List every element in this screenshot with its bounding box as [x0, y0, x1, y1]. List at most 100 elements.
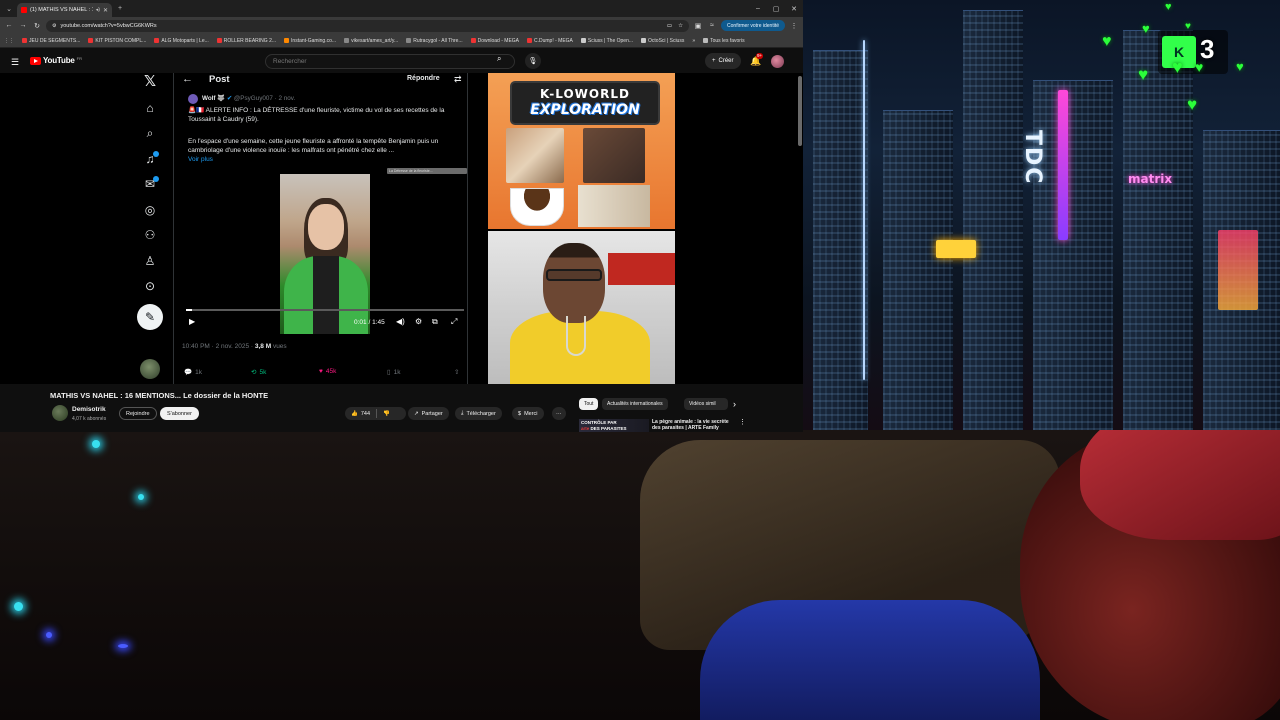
share-arrow-icon: ↗ — [414, 410, 419, 417]
share-button[interactable]: ↗ Partager — [408, 407, 449, 420]
bookmark-item[interactable]: Sciuss | The Open... — [580, 38, 633, 44]
tweet-author[interactable]: Wolf 🐺 ✔ @PsyGuy007 · 2 nov. — [202, 94, 295, 102]
new-tab-icon[interactable]: + — [115, 4, 125, 14]
maximize-icon[interactable]: ▢ — [767, 5, 785, 13]
page-scrollbar[interactable] — [798, 76, 802, 146]
thanks-button[interactable]: $ Merci — [512, 407, 544, 420]
video-progress-fill — [186, 309, 192, 311]
compose-post-icon[interactable]: ✎ — [137, 304, 163, 330]
youtube-logo[interactable]: YouTube FR — [30, 56, 82, 65]
home-icon[interactable]: ⌂ — [142, 100, 158, 116]
forward-icon[interactable]: → — [18, 22, 28, 29]
reaction-panel: K-LOWORLD EXPLORATION — [488, 73, 675, 384]
account-avatar[interactable] — [771, 55, 784, 68]
bookmark-item[interactable]: vikesart/ames_art/y... — [344, 38, 398, 44]
search-icon[interactable]: ⌕ — [497, 54, 501, 64]
video-player[interactable]: 𝕏 ⌂ ⌕ ♫ ✉ ◎ ⚇ ♙ ⊙ ✎ ← Post Répondre ⇄ Wo… — [0, 73, 803, 384]
url-field[interactable]: ⚙ youtube.com/watch?v=5vbwCG6KWRs ▭ ☆ — [46, 19, 690, 32]
volume-icon[interactable]: ◀) — [396, 317, 405, 326]
more-actions-button[interactable]: ··· — [552, 407, 566, 420]
bookmark-item[interactable]: ROLLER BEARING 2... — [216, 38, 276, 44]
communities-icon[interactable]: ⚇ — [142, 227, 158, 243]
chip-similar-videos[interactable]: Vidéos simil — [684, 398, 728, 410]
tab-close-icon[interactable]: ✕ — [103, 7, 108, 14]
cast-icon[interactable]: ▭ — [667, 23, 672, 29]
browser-menu-icon[interactable]: ⋮ — [789, 22, 799, 30]
chip-international-news[interactable]: Actualités internationales — [602, 398, 668, 410]
tab-audio-icon[interactable]: ◂) — [96, 7, 100, 13]
search-input[interactable]: Rechercher — [265, 54, 515, 69]
blanket — [700, 600, 1040, 720]
bookmark-item[interactable]: Instant-Gaming.co... — [284, 38, 336, 44]
neon-sign — [1218, 230, 1258, 310]
tab-youtube[interactable]: (1) MATHIS VS NAHEL : 16 ... ◂) ✕ — [17, 3, 112, 17]
bookmark-item[interactable]: ALG Motoparts | Le... — [154, 38, 209, 44]
bookmark-item[interactable]: Rutracygol - All Thre... — [406, 38, 463, 44]
download-button[interactable]: ⤓ Télécharger — [455, 407, 502, 420]
author-avatar[interactable] — [188, 94, 198, 104]
see-more-link[interactable]: Voir plus — [188, 156, 213, 163]
microphone-icon[interactable]: 🎙 — [525, 53, 541, 69]
video-progress-bar[interactable] — [186, 309, 464, 311]
pip-icon[interactable]: ⧉ — [432, 317, 438, 327]
channel-avatar[interactable] — [52, 405, 68, 421]
like-count[interactable]: 744 — [361, 411, 370, 417]
banner-title: K-LOWORLD — [540, 87, 630, 101]
vpn-icon[interactable]: ≈ — [707, 22, 717, 29]
join-button[interactable]: Rejoindre — [119, 407, 157, 420]
verify-identity-button[interactable]: Confirmer votre identité — [721, 20, 785, 31]
bookmark-item[interactable]: JEU DE SEGMENTS... — [22, 38, 80, 44]
profile-icon[interactable]: ♙ — [142, 253, 158, 269]
bookmarks-overflow-icon[interactable]: » — [692, 38, 695, 44]
bookmark-action[interactable]: ▯ 1k — [387, 368, 400, 377]
x-account-avatar[interactable] — [140, 359, 160, 379]
recommended-title[interactable]: La pègre animale : la vie secrète des pa… — [652, 419, 738, 431]
download-icon: ⤓ — [461, 410, 464, 416]
thumbs-up-icon[interactable]: 👍 — [351, 411, 358, 417]
channel-name[interactable]: Demisotrik — [72, 406, 106, 413]
minimize-icon[interactable]: – — [749, 5, 767, 13]
neon-sign — [863, 40, 865, 380]
reply-action[interactable]: 💬 1k — [184, 368, 202, 377]
kebab-menu-icon[interactable]: ⋮ — [739, 418, 746, 426]
close-window-icon[interactable]: ✕ — [785, 5, 803, 13]
site-info-icon[interactable]: ⚙ — [52, 23, 56, 29]
chevron-right-icon[interactable]: › — [733, 399, 736, 409]
bookmark-item[interactable]: OctoSci | Sciuss — [641, 38, 684, 44]
thumbs-down-icon[interactable]: 👎 — [383, 411, 390, 417]
bookmark-item[interactable]: C.Dump! - MEGA — [527, 38, 573, 44]
x-logo-icon[interactable]: 𝕏 — [142, 73, 158, 90]
bookmark-item[interactable]: Download - MEGA — [470, 38, 519, 44]
share-action[interactable]: ⇧ — [454, 368, 459, 376]
back-arrow-icon[interactable]: ← — [182, 73, 193, 85]
heart-icon: ♥ — [1138, 65, 1149, 84]
play-icon[interactable]: ▶ — [189, 317, 195, 326]
recommended-thumbnail[interactable]: CONTRÔLE PAR arte DES PARASITES — [579, 419, 649, 432]
heart-icon: ♥ — [1102, 33, 1112, 50]
hamburger-menu-icon[interactable]: ☰ — [11, 57, 19, 68]
apps-icon[interactable]: ⋮⋮ — [4, 38, 14, 44]
back-icon[interactable]: ← — [4, 22, 14, 29]
settings-gear-icon[interactable]: ⚙ — [415, 317, 422, 326]
subscribe-button[interactable]: S'abonner — [160, 407, 199, 420]
extensions-icon[interactable]: ▣ — [693, 22, 703, 30]
fullscreen-icon[interactable]: ⤢ — [451, 317, 457, 327]
bookmark-star-icon[interactable]: ☆ — [678, 23, 683, 29]
more-icon[interactable]: ⊙ — [142, 278, 158, 294]
create-button[interactable]: + Créer — [705, 53, 741, 69]
like-action[interactable]: ♥ 45k — [319, 368, 336, 375]
tab-search-icon[interactable]: ⌄ — [4, 4, 14, 14]
heart-icon: ♥ — [1195, 59, 1204, 75]
repost-action[interactable]: ⟲ 5k — [251, 368, 266, 377]
chip-all[interactable]: Tout — [579, 398, 599, 410]
reply-button[interactable]: Répondre — [407, 75, 440, 82]
tower — [883, 110, 953, 430]
grok-icon[interactable]: ◎ — [142, 202, 158, 218]
reload-icon[interactable]: ↻ — [32, 22, 42, 30]
bookmark-item[interactable]: KIT PISTON COMPL... — [88, 38, 146, 44]
heart-icon: ♥ — [1142, 21, 1150, 36]
explore-search-icon[interactable]: ⌕ — [142, 125, 158, 141]
heart-icon: ♥ — [1236, 59, 1244, 74]
all-bookmarks[interactable]: Tous les favoris — [703, 38, 745, 44]
filter-settings-icon[interactable]: ⇄ — [454, 74, 462, 85]
